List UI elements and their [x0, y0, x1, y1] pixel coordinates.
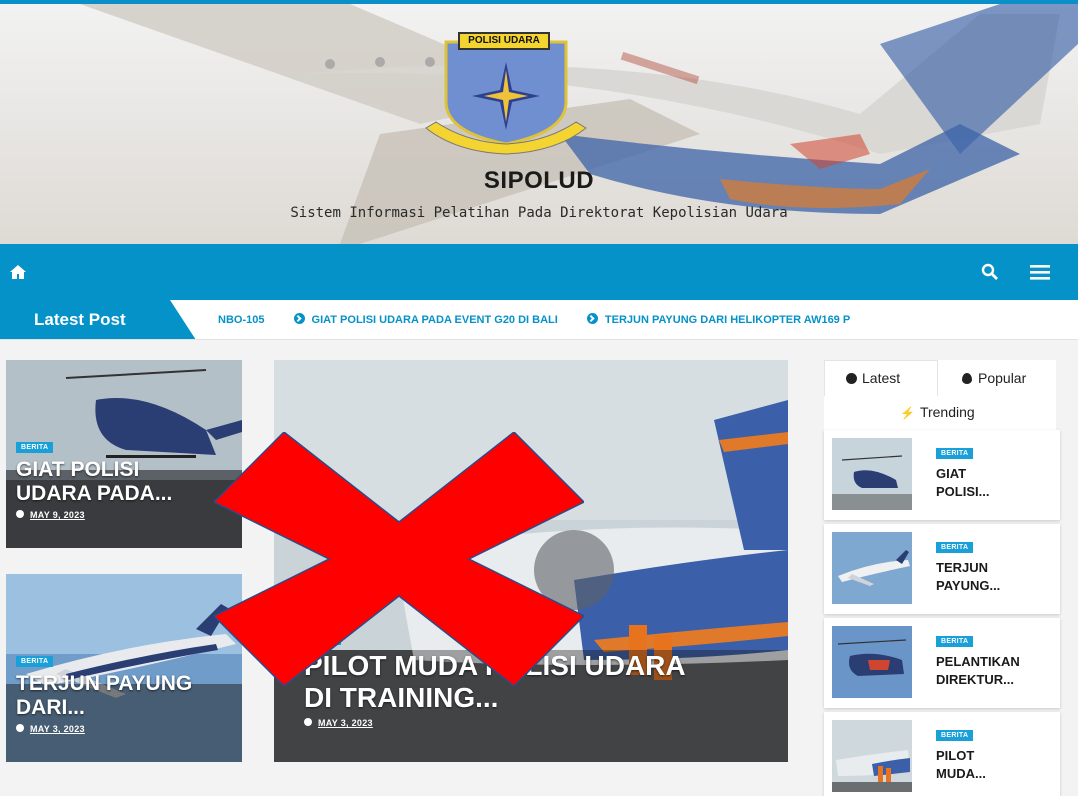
- sidebar: Latest Popular ⚡ Trending BERITA GIAT POL…: [820, 360, 1060, 796]
- tab-popular[interactable]: Popular: [962, 370, 1026, 386]
- ticker-item[interactable]: GIAT POLISI UDARA PADA EVENT G20 DI BALI: [293, 300, 558, 339]
- site-tagline: Sistem Informasi Pelatihan Pada Direktor…: [290, 205, 788, 221]
- ticker-label: Latest Post: [0, 300, 196, 339]
- post-tabs: Latest Popular ⚡ Trending: [824, 360, 1056, 430]
- post-date[interactable]: MAY 9, 2023: [16, 510, 216, 520]
- clock-icon: [304, 718, 312, 726]
- clock-icon: [16, 510, 24, 518]
- post-title[interactable]: TERJUN PAYUNG DARI...: [16, 672, 236, 720]
- site-header-banner: POLISI UDARA SIPOLUD Sistem Informasi Pe…: [0, 0, 1078, 244]
- sidebar-post-title[interactable]: PILOT MUDA...: [936, 747, 1006, 783]
- sidebar-post[interactable]: BERITA GIAT POLISI...: [824, 430, 1060, 520]
- hamburger-menu-icon[interactable]: [1028, 262, 1052, 282]
- post-date[interactable]: MAY 3, 2023: [304, 718, 704, 728]
- helicopter-thumb: [832, 438, 912, 510]
- category-badge[interactable]: BERITA: [16, 442, 54, 453]
- post-title[interactable]: GIAT POLISI UDARA PADA...: [16, 458, 216, 506]
- category-badge[interactable]: BERITA: [16, 656, 54, 667]
- home-icon[interactable]: [8, 262, 28, 282]
- category-badge[interactable]: BERITA: [936, 636, 974, 647]
- airplane-thumb: [832, 532, 912, 604]
- category-badge[interactable]: BERITA: [936, 448, 974, 459]
- featured-post-title[interactable]: PILOT MUDA POLISI UDARA DI TRAINING...: [304, 650, 704, 714]
- emblem-label: POLISI UDARA: [458, 32, 550, 50]
- post-card-left-bottom[interactable]: BERITA TERJUN PAYUNG DARI... MAY 3, 2023: [6, 574, 242, 762]
- category-badge[interactable]: BERITA: [936, 542, 974, 553]
- sidebar-post[interactable]: BERITA PILOT MUDA...: [824, 712, 1060, 796]
- post-date[interactable]: MAY 3, 2023: [16, 724, 236, 734]
- featured-post-card[interactable]: BERITA PILOT MUDA POLISI UDARA DI TRAINI…: [274, 360, 788, 762]
- arrow-circle-icon: [293, 313, 305, 324]
- category-badge[interactable]: BERITA: [936, 730, 974, 741]
- sidebar-post[interactable]: BERITA PELANTIKAN DIREKTUR...: [824, 618, 1060, 708]
- sidebar-post-title[interactable]: PELANTIKAN DIREKTUR...: [936, 653, 1046, 689]
- category-badge[interactable]: BERITA: [304, 634, 342, 645]
- ticker-item[interactable]: NBO-105: [218, 300, 264, 339]
- sidebar-post[interactable]: BERITA TERJUN PAYUNG...: [824, 524, 1060, 614]
- search-icon[interactable]: [980, 262, 1000, 282]
- clock-icon: [846, 373, 857, 384]
- aircraft-thumb: [832, 720, 912, 792]
- post-card-left-top[interactable]: BERITA GIAT POLISI UDARA PADA... MAY 9, …: [6, 360, 242, 548]
- tab-latest[interactable]: Latest: [846, 370, 900, 386]
- ticker-item[interactable]: TERJUN PAYUNG DARI HELIKOPTER AW169 P: [586, 300, 850, 339]
- site-title[interactable]: SIPOLUD: [0, 167, 1078, 195]
- ticker-track: NBO-105 GIAT POLISI UDARA PADA EVENT G20…: [218, 300, 876, 339]
- arrow-circle-icon: [586, 313, 598, 324]
- helicopter-thumb: [832, 626, 912, 698]
- latest-post-ticker: Latest Post NBO-105 GIAT POLISI UDARA PA…: [0, 300, 1078, 340]
- tab-trending[interactable]: ⚡ Trending: [900, 404, 975, 420]
- fire-icon: [962, 373, 972, 384]
- clock-icon: [16, 724, 24, 732]
- sidebar-post-title[interactable]: TERJUN PAYUNG...: [936, 559, 1026, 595]
- page: POLISI UDARA SIPOLUD Sistem Informasi Pe…: [0, 0, 1078, 796]
- main-navbar: [0, 244, 1078, 300]
- polisi-udara-emblem: POLISI UDARA: [416, 32, 596, 162]
- bolt-icon: ⚡: [900, 406, 915, 420]
- sidebar-post-title[interactable]: GIAT POLISI...: [936, 465, 1006, 501]
